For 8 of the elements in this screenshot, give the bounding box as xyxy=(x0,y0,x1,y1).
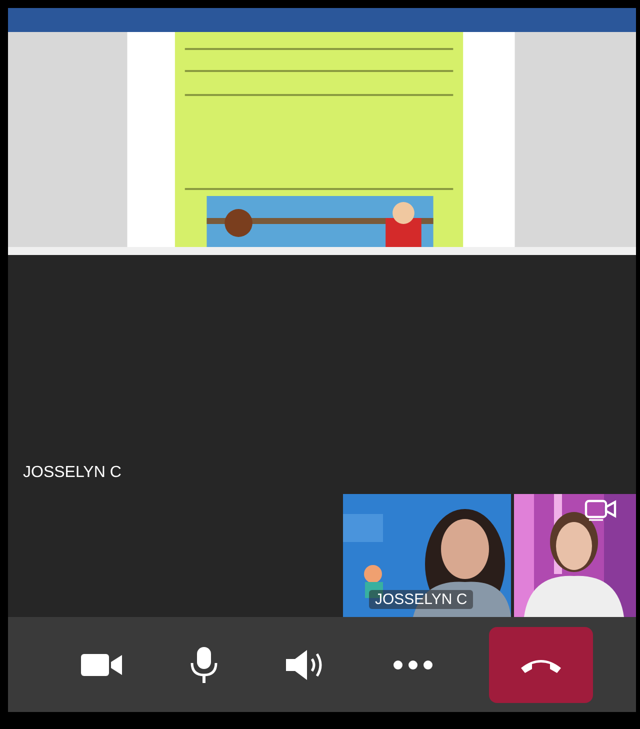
hang-up-button[interactable] xyxy=(489,626,593,702)
video-camera-icon xyxy=(81,652,123,678)
camera-switch-icon xyxy=(584,498,618,522)
switch-camera-button[interactable] xyxy=(584,498,618,522)
microphone-icon xyxy=(189,646,219,684)
participant-name: JOSSELYN C xyxy=(369,590,474,609)
participant-name: JOSSELYN C xyxy=(23,464,122,482)
more-icon xyxy=(393,660,433,670)
